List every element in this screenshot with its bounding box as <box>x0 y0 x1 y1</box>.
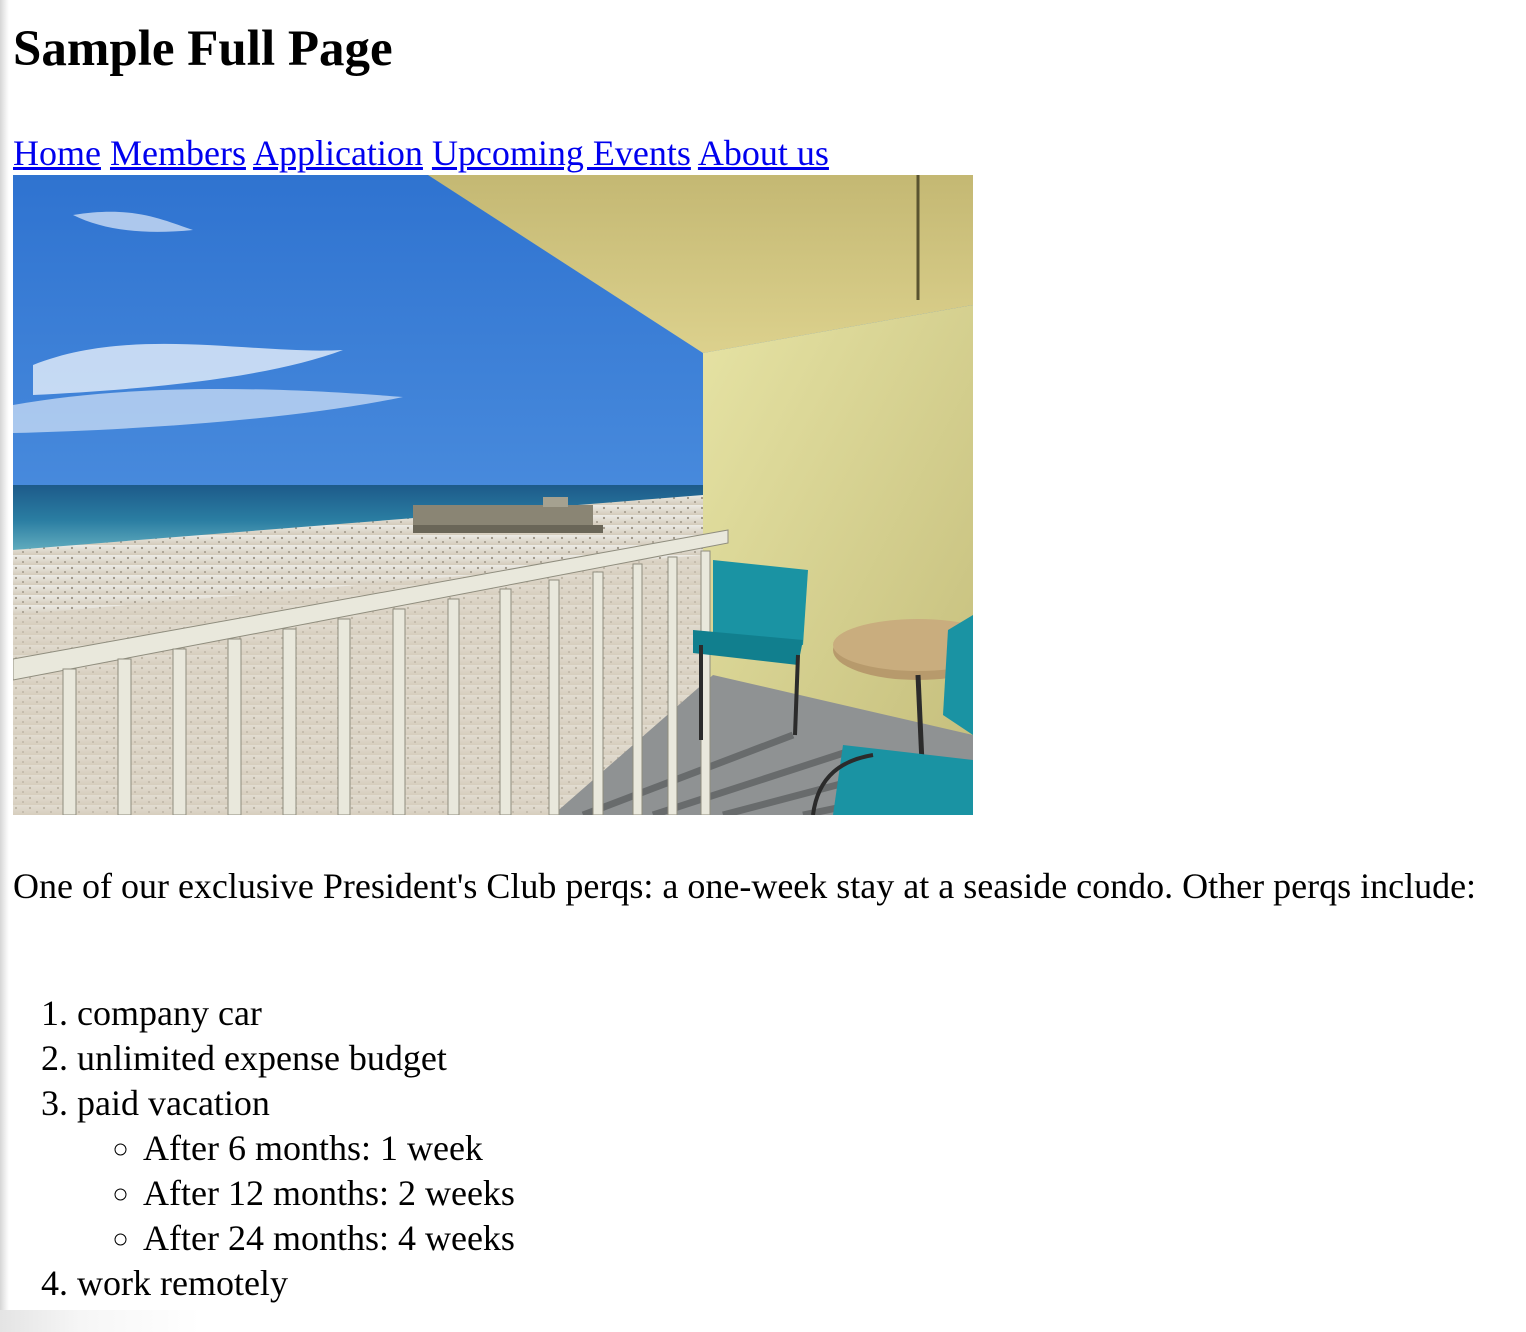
perq-paid-vacation: paid vacation After 6 months: 1 week Aft… <box>77 1081 515 1261</box>
nav-link-upcoming-events[interactable]: Upcoming Events <box>432 133 691 173</box>
condo-balcony-photo <box>13 175 973 815</box>
vacation-tier-12-months: After 12 months: 2 weeks <box>143 1171 515 1216</box>
vacation-tier-24-months: After 24 months: 4 weeks <box>143 1216 515 1261</box>
perqs-list: company car unlimited expense budget pai… <box>13 991 515 1306</box>
nav-link-application[interactable]: Application <box>253 133 423 173</box>
nav-link-home[interactable]: Home <box>13 133 101 173</box>
perq-work-remotely: work remotely <box>77 1261 515 1306</box>
page-left-edge <box>0 0 9 1310</box>
main-nav: Home Members Application Upcoming Events… <box>13 131 829 175</box>
page-title: Sample Full Page <box>13 21 393 77</box>
nav-link-about-us[interactable]: About us <box>698 133 829 173</box>
page-bottom-edge <box>0 1310 1526 1332</box>
perq-paid-vacation-label: paid vacation <box>77 1083 270 1123</box>
vacation-tiers-list: After 6 months: 1 week After 12 months: … <box>77 1126 515 1261</box>
nav-link-members[interactable]: Members <box>110 133 246 173</box>
vacation-tier-6-months: After 6 months: 1 week <box>143 1126 515 1171</box>
perq-expense-budget: unlimited expense budget <box>77 1036 515 1081</box>
intro-text: One of our exclusive President's Club pe… <box>13 866 1477 906</box>
perq-company-car: company car <box>77 991 515 1036</box>
